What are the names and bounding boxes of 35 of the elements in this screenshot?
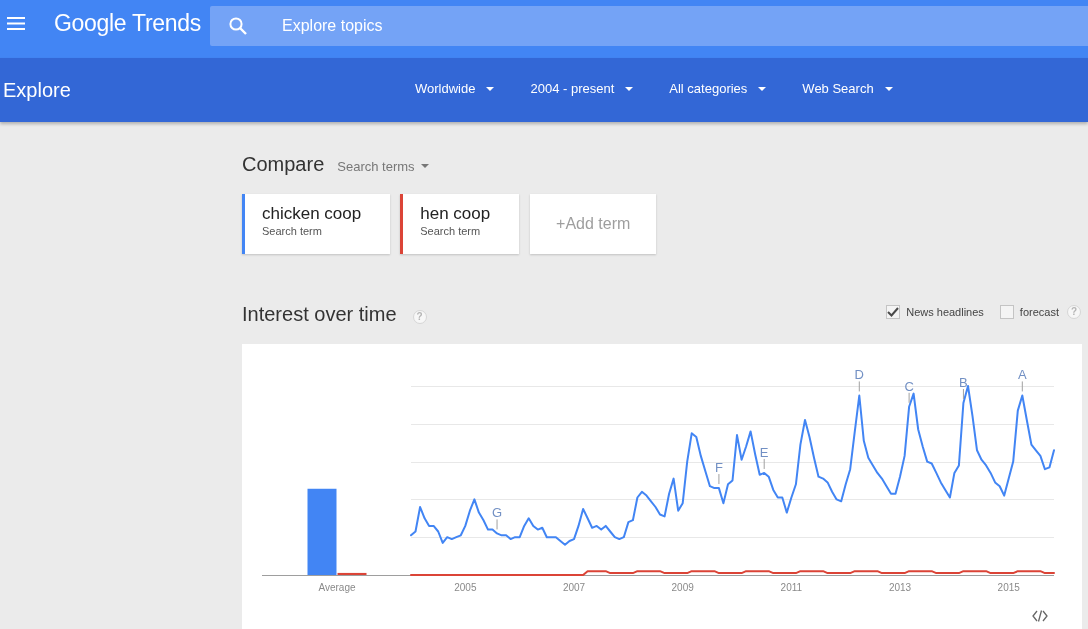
- axis-label: 2007: [562, 582, 586, 593]
- add-term-button[interactable]: +Add term: [530, 194, 657, 254]
- help-button[interactable]: ?: [412, 310, 427, 324]
- caret-icon[interactable]: [420, 164, 429, 168]
- axis-label: 2005: [454, 582, 477, 593]
- term-name: chicken coop: [262, 203, 362, 224]
- axis-label: 2015: [997, 582, 1020, 593]
- term-card[interactable]: hen coop Search term: [400, 194, 520, 254]
- caret-icon[interactable]: [758, 86, 767, 91]
- term-card[interactable]: chicken coop Search term: [242, 194, 391, 254]
- axis-label: Average: [318, 582, 356, 593]
- term-type-label: Search term: [420, 224, 481, 238]
- section-title: Compare: [242, 152, 325, 176]
- term-type-label: Search term: [262, 224, 322, 238]
- page-title: Explore: [3, 78, 71, 102]
- axis-label: 2009: [671, 582, 694, 593]
- help-button[interactable]: ?: [1067, 305, 1081, 319]
- caret-icon[interactable]: [625, 86, 634, 91]
- axis-label: 2013: [888, 582, 912, 593]
- term-name: hen coop: [420, 203, 491, 224]
- checkbox-label[interactable]: News headlines: [906, 306, 984, 318]
- checkbox-label[interactable]: forecast: [1019, 306, 1059, 318]
- embed-icon[interactable]: [1032, 609, 1048, 622]
- logo[interactable]: Google Trends: [54, 9, 201, 37]
- caret-icon[interactable]: [486, 86, 495, 91]
- section-title: Interest over time: [242, 302, 397, 326]
- filter-dropdown[interactable]: 2004 - present: [530, 81, 634, 96]
- axis-label: 2011: [780, 582, 803, 593]
- filter-dropdown[interactable]: All categories: [669, 81, 767, 96]
- search-terms-dropdown[interactable]: Search terms: [337, 158, 429, 174]
- caret-icon[interactable]: [884, 86, 893, 91]
- search-field[interactable]: Explore topics: [210, 6, 1088, 46]
- filter-dropdown[interactable]: Web Search: [802, 81, 893, 96]
- filter-dropdown[interactable]: Worldwide: [415, 81, 495, 96]
- checkbox[interactable]: [999, 305, 1014, 319]
